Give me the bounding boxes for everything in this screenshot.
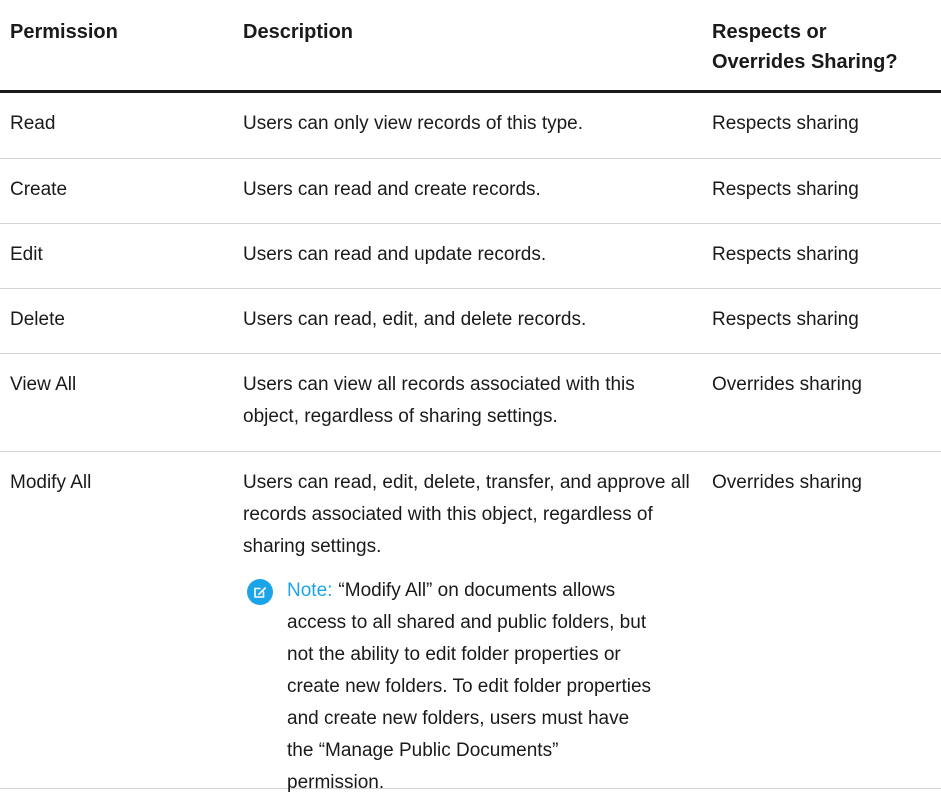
table-row: View All Users can view all records asso… bbox=[0, 354, 941, 452]
table-row: Modify All Users can read, edit, delete,… bbox=[0, 452, 941, 793]
permission-cell: Read bbox=[10, 113, 56, 134]
sharing-cell: Respects sharing bbox=[712, 309, 859, 330]
table-header-row: Permission Description Respects or Overr… bbox=[0, 0, 941, 93]
description-text: Users can read, edit, delete, transfer, … bbox=[243, 472, 690, 557]
edit-note-icon bbox=[247, 579, 273, 605]
sharing-cell: Respects sharing bbox=[712, 244, 859, 265]
header-sharing-line2: Overrides Sharing? bbox=[712, 51, 898, 73]
table-row: Read Users can only view records of this… bbox=[0, 93, 941, 159]
permission-cell: View All bbox=[10, 374, 77, 395]
note-label: Note: bbox=[287, 580, 333, 601]
permissions-table: Permission Description Respects or Overr… bbox=[0, 0, 941, 793]
sharing-cell: Respects sharing bbox=[712, 113, 859, 134]
sharing-cell: Respects sharing bbox=[712, 179, 859, 200]
table-row: Edit Users can read and update records. … bbox=[0, 224, 941, 289]
description-cell: Users can view all records associated wi… bbox=[243, 374, 635, 427]
header-sharing: Respects or Overrides Sharing? bbox=[702, 0, 941, 90]
header-description: Description bbox=[243, 21, 354, 43]
note-text: “Modify All” on documents allows access … bbox=[287, 580, 652, 793]
table-row: Delete Users can read, edit, and delete … bbox=[0, 289, 941, 354]
description-cell: Users can read and update records. bbox=[243, 244, 547, 265]
description-cell: Users can read, edit, and delete records… bbox=[243, 309, 587, 330]
sharing-cell: Overrides sharing bbox=[712, 472, 862, 493]
header-sharing-line1: Respects or bbox=[712, 21, 827, 43]
note-body: Note: “Modify All” on documents allows ac… bbox=[287, 575, 657, 799]
permission-cell: Create bbox=[10, 179, 68, 200]
description-cell: Users can only view records of this type… bbox=[243, 113, 584, 134]
header-permission: Permission bbox=[10, 21, 118, 43]
description-cell: Users can read, edit, delete, transfer, … bbox=[232, 452, 702, 799]
permission-cell: Edit bbox=[10, 244, 43, 265]
sharing-cell: Overrides sharing bbox=[712, 374, 862, 395]
permission-cell: Modify All bbox=[10, 472, 92, 493]
edit-note-icon-glyph bbox=[254, 587, 267, 598]
table-row: Create Users can read and create records… bbox=[0, 159, 941, 224]
description-cell: Users can read and create records. bbox=[243, 179, 541, 200]
permission-cell: Delete bbox=[10, 309, 65, 330]
note-callout: Note: “Modify All” on documents allows ac… bbox=[247, 575, 696, 799]
